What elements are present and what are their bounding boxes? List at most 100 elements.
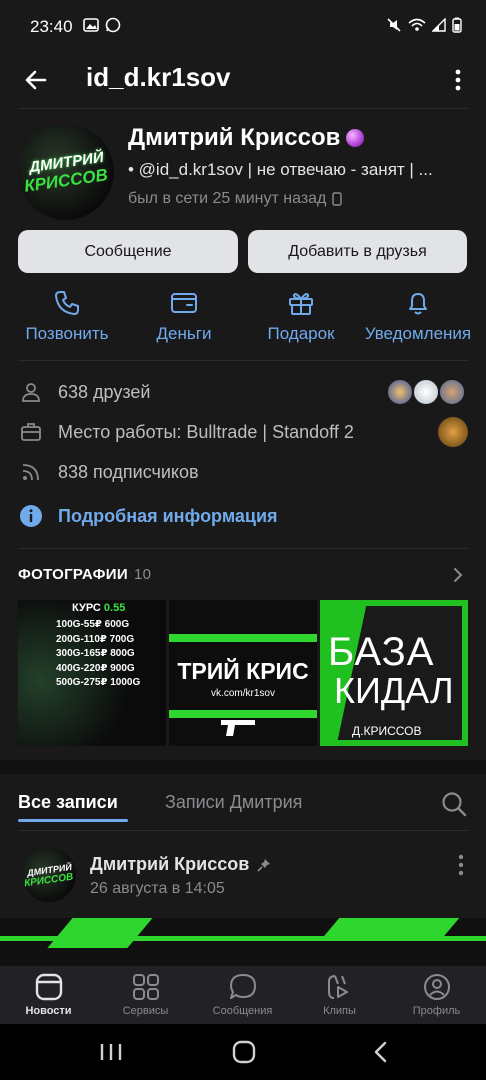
- friend-avatar: [386, 378, 414, 406]
- money-label: Деньги: [156, 324, 212, 343]
- photo-price-row: 300G-165₽ 800G: [56, 648, 135, 659]
- tab-all-posts[interactable]: Все записи: [18, 792, 118, 813]
- pin-icon: [257, 858, 271, 872]
- details-label: Подробная информация: [58, 505, 278, 526]
- gift-label: Подарок: [267, 324, 335, 343]
- photos-title: ФОТОГРАФИИ: [18, 566, 128, 583]
- wall-tabs: Все записи Записи Дмитрия: [0, 774, 486, 830]
- info-icon: [18, 503, 44, 529]
- back-arrow-icon[interactable]: [18, 62, 54, 98]
- friends-avatars[interactable]: [386, 378, 468, 407]
- clips-icon: [327, 975, 348, 999]
- crystal-ball-icon[interactable]: [346, 129, 365, 147]
- post-date: 26 августа в 14:05: [90, 880, 225, 897]
- notifications-label: Уведомления: [364, 324, 472, 343]
- phone-icon: [55, 291, 79, 315]
- photo-price-row: 200G-110₽ 700G: [56, 633, 135, 645]
- nav-messages-label: Сообщения: [212, 1005, 273, 1017]
- recent-apps-icon[interactable]: [96, 1038, 126, 1066]
- search-icon[interactable]: [440, 790, 468, 818]
- tab-owner-posts[interactable]: Записи Дмитрия: [165, 792, 302, 813]
- call-label: Позвонить: [25, 324, 109, 343]
- mute-icon: [386, 17, 402, 38]
- photo-price-row: 500G-275₽ 1000G: [56, 677, 141, 688]
- services-grid-icon: [132, 974, 159, 1000]
- post-author-row: Дмитрий Криссов: [90, 854, 271, 875]
- nav-messages[interactable]: Сообщения: [194, 972, 291, 1017]
- notifications-action[interactable]: Уведомления: [358, 288, 478, 344]
- photo-link: vk.com/kr1sov: [211, 688, 275, 699]
- nav-news[interactable]: Новости: [0, 972, 97, 1017]
- post-more-icon[interactable]: [456, 852, 466, 878]
- system-nav-bar: [0, 1024, 486, 1080]
- user-icon: [18, 379, 44, 405]
- chevron-right-icon[interactable]: [452, 566, 464, 584]
- divider: [18, 548, 468, 549]
- divider: [18, 108, 468, 109]
- photo-rate-title: КУРС 0.55: [72, 602, 126, 614]
- whatsapp-icon: [105, 17, 121, 38]
- divider: [18, 830, 468, 831]
- post-author[interactable]: Дмитрий Криссов: [90, 854, 249, 875]
- photo-price-row: 100G-55₽ 600G: [56, 619, 130, 630]
- gallery-icon: [82, 17, 99, 37]
- status-bar: 23:40: [0, 0, 486, 54]
- add-friend-button[interactable]: Добавить в друзья: [248, 230, 467, 273]
- friends-count: 638 друзей: [58, 381, 151, 402]
- more-options-icon[interactable]: [448, 64, 468, 96]
- battery-icon: [452, 17, 462, 38]
- company-logo: [438, 417, 468, 447]
- message-button[interactable]: Сообщение: [18, 230, 238, 273]
- wallet-icon: [171, 293, 197, 313]
- photos-count: 10: [133, 566, 152, 583]
- photo-thumbnail[interactable]: КУРС 0.55 100G-55₽ 600G 200G-110₽ 700G 300…: [18, 600, 166, 746]
- followers-row[interactable]: 838 подписчиков: [18, 459, 468, 485]
- details-link[interactable]: Подробная информация: [18, 503, 468, 529]
- nav-news-label: Новости: [25, 1005, 72, 1017]
- nav-services[interactable]: Сервисы: [97, 972, 194, 1017]
- active-tab-indicator: [18, 819, 128, 822]
- photo-caption: КИДАЛ: [334, 670, 454, 711]
- page-title: id_d.kr1sov: [86, 62, 231, 92]
- gift-icon: [289, 293, 313, 315]
- wifi-icon: [408, 18, 426, 37]
- nav-services-label: Сервисы: [122, 1005, 169, 1017]
- chat-bubble-icon: [229, 974, 256, 999]
- photo-thumbnail[interactable]: ТРИЙ КРИС vk.com/kr1sov: [169, 600, 317, 746]
- online-status: был в сети 25 минут назад: [128, 190, 343, 208]
- system-back-icon[interactable]: [366, 1038, 396, 1066]
- news-icon: [35, 973, 62, 1001]
- gift-action[interactable]: Подарок: [241, 288, 361, 344]
- nav-clips[interactable]: Клипы: [291, 972, 388, 1017]
- section-gap: [0, 760, 486, 774]
- nav-profile[interactable]: Профиль: [388, 972, 485, 1017]
- home-icon[interactable]: [229, 1038, 259, 1066]
- followers-count: 838 подписчиков: [58, 461, 199, 482]
- friends-row[interactable]: 638 друзей: [18, 378, 468, 407]
- photo-price-row: 400G-220₽ 900G: [56, 662, 135, 674]
- profile-status[interactable]: • @id_d.kr1sov | не отвечаю - занят | ..…: [128, 160, 473, 180]
- photo-signature: Д.КРИССОВ: [352, 724, 422, 738]
- photo-caption: БАЗА: [328, 630, 435, 674]
- photo-thumbnail[interactable]: БАЗА КИДАЛ Д.КРИССОВ: [320, 600, 468, 746]
- divider: [18, 360, 468, 361]
- money-action[interactable]: Деньги: [124, 288, 244, 344]
- rss-icon: [18, 459, 44, 485]
- profile-name-row: Дмитрий Криссов: [128, 124, 365, 152]
- bottom-navigation: Новости Сервисы Сообщения Клипы Профиль: [0, 966, 486, 1024]
- call-action[interactable]: Позвонить: [7, 288, 127, 344]
- profile-avatar[interactable]: ДМИТРИЙ КРИССОВ: [18, 124, 114, 220]
- nav-profile-label: Профиль: [412, 1005, 461, 1017]
- bell-icon: [409, 293, 427, 315]
- photos-header[interactable]: ФОТОГРАФИИ 10: [18, 566, 151, 583]
- post-author-avatar[interactable]: ДМИТРИЙ КРИССОВ: [22, 848, 76, 902]
- top-bar: id_d.kr1sov: [0, 54, 486, 108]
- profile-name: Дмитрий Криссов: [128, 124, 341, 151]
- signal-icon: [431, 16, 446, 37]
- post-image[interactable]: [0, 918, 486, 968]
- work-text: Место работы: Bulltrade | Standoff 2: [58, 421, 354, 442]
- friend-avatar: [412, 378, 440, 406]
- profile-icon: [423, 974, 450, 1000]
- work-row[interactable]: Место работы: Bulltrade | Standoff 2: [18, 417, 468, 447]
- briefcase-icon: [18, 419, 44, 445]
